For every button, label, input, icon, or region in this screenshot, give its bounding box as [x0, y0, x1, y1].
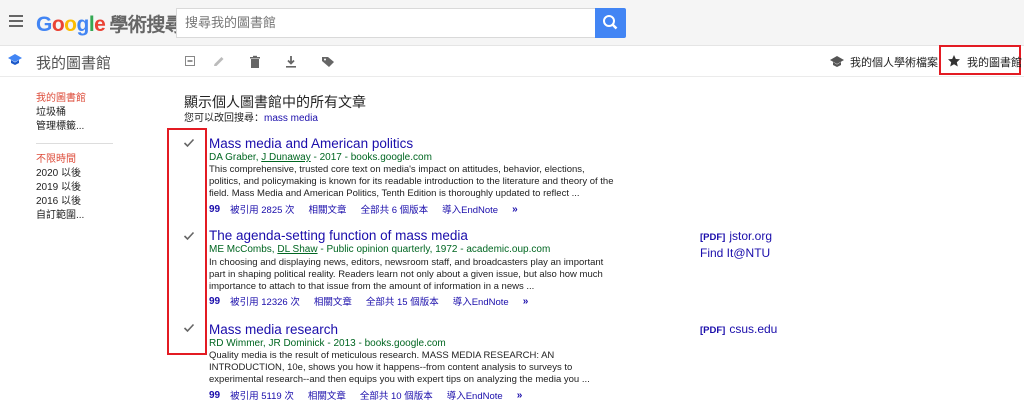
back-to-search: 您可以改回搜尋：mass media	[184, 109, 318, 124]
more-options-icon[interactable]: »	[517, 390, 523, 401]
author-link[interactable]: DL Shaw	[277, 244, 317, 255]
cited-by-link[interactable]: 被引用 12326 次	[230, 294, 300, 308]
find-it-ntu-link[interactable]: Find It@NTU	[700, 246, 770, 260]
result-authors: ME McCombs, DL Shaw - Public opinion qua…	[209, 244, 550, 255]
sidebar-item-since-2019[interactable]: 2019 以後	[36, 181, 81, 195]
more-options-icon[interactable]: »	[512, 204, 518, 215]
result-links: 99 被引用 5119 次 相關文章 全部共 10 個版本 導入EndNote …	[209, 388, 523, 403]
all-versions-link[interactable]: 全部共 6 個版本	[361, 202, 429, 216]
more-options-icon[interactable]: »	[523, 296, 529, 307]
cited-by-link[interactable]: 被引用 5119 次	[230, 388, 294, 402]
sidebar-item-since-2020[interactable]: 2020 以後	[36, 167, 81, 181]
sidebar-item-any-time[interactable]: 不限時間	[36, 153, 76, 167]
sidebar-item-trash[interactable]: 垃圾桶	[36, 106, 66, 120]
publication-info: - Public opinion quarterly, 1972 - acade…	[317, 244, 551, 255]
search-icon	[603, 15, 618, 30]
pdf-badge: [PDF]	[700, 325, 726, 336]
menu-icon[interactable]	[9, 15, 23, 27]
cite-quote-icon[interactable]: 99	[209, 390, 220, 401]
all-versions-link[interactable]: 全部共 15 個版本	[366, 294, 439, 308]
back-to-search-link[interactable]: mass media	[264, 113, 318, 124]
label-tag-icon[interactable]	[320, 54, 336, 70]
google-scholar-logo[interactable]: Google 學術搜尋	[36, 10, 184, 37]
related-articles-link[interactable]: 相關文章	[314, 294, 352, 308]
cite-quote-icon[interactable]: 99	[209, 296, 220, 307]
import-endnote-link[interactable]: 導入EndNote	[447, 388, 503, 402]
all-versions-link[interactable]: 全部共 10 個版本	[360, 388, 433, 402]
result-title[interactable]: Mass media research	[209, 322, 338, 337]
search-button[interactable]	[595, 8, 626, 38]
edit-pencil-icon[interactable]	[211, 54, 227, 70]
author-text: DA Graber,	[209, 152, 262, 163]
pdf-badge: [PDF]	[700, 232, 726, 243]
library-title: 我的圖書館	[36, 55, 112, 72]
search-input[interactable]	[177, 9, 593, 35]
download-icon[interactable]	[283, 54, 299, 70]
back-to-search-label: 您可以改回搜尋：	[184, 113, 264, 124]
my-library-link[interactable]: 我的圖書館	[967, 54, 1022, 70]
related-articles-link[interactable]: 相關文章	[309, 202, 347, 216]
sidebar-divider	[36, 143, 113, 144]
result-links: 99 被引用 2825 次 相關文章 全部共 6 個版本 導入EndNote »	[209, 202, 518, 217]
result-snippet: Quality media is the result of meticulou…	[209, 350, 590, 385]
pdf-link-csus[interactable]: [PDF] csus.edu	[700, 322, 777, 336]
scholar-cap-icon	[830, 56, 844, 67]
select-all-checkbox-icon[interactable]	[183, 54, 199, 70]
cite-quote-icon[interactable]: 99	[209, 204, 220, 215]
sidebar-item-my-library[interactable]: 我的圖書館	[36, 92, 86, 106]
pdf-link-jstor[interactable]: [PDF] jstor.org	[700, 229, 772, 243]
result-links: 99 被引用 12326 次 相關文章 全部共 15 個版本 導入EndNote…	[209, 294, 529, 309]
author-link[interactable]: J Dunaway	[261, 152, 310, 163]
author-text: RD Wimmer, JR Dominick	[209, 338, 325, 349]
sidebar-item-since-2016[interactable]: 2016 以後	[36, 195, 81, 209]
related-articles-link[interactable]: 相關文章	[308, 388, 346, 402]
import-endnote-link[interactable]: 導入EndNote	[453, 294, 509, 308]
result-snippet: In choosing and displaying news, editors…	[209, 257, 604, 292]
delete-trash-icon[interactable]	[247, 54, 263, 70]
sidebar-item-custom-range[interactable]: 自訂範圍...	[36, 209, 84, 223]
pdf-source: csus.edu	[729, 322, 778, 336]
result-authors: RD Wimmer, JR Dominick - 2013 - books.go…	[209, 338, 446, 349]
checkbox-highlight	[167, 128, 207, 355]
result-authors: DA Graber, J Dunaway - 2017 - books.goog…	[209, 152, 432, 163]
author-text: ME McCombs,	[209, 244, 278, 255]
my-profile-link[interactable]: 我的個人學術檔案	[850, 54, 938, 70]
sidebar-item-manage-labels[interactable]: 管理標籤...	[36, 120, 84, 134]
publication-info: - 2017 - books.google.com	[310, 152, 432, 163]
search-box	[176, 8, 596, 38]
result-snippet: This comprehensive, trusted core text on…	[209, 164, 614, 199]
publication-info: - 2013 - books.google.com	[324, 338, 446, 349]
pdf-source: jstor.org	[729, 229, 773, 243]
import-endnote-link[interactable]: 導入EndNote	[442, 202, 498, 216]
result-title[interactable]: Mass media and American politics	[209, 136, 413, 151]
star-icon	[948, 55, 960, 67]
cited-by-link[interactable]: 被引用 2825 次	[230, 202, 294, 216]
result-title[interactable]: The agenda-setting function of mass medi…	[209, 228, 468, 243]
graduation-cap-icon	[8, 54, 22, 65]
